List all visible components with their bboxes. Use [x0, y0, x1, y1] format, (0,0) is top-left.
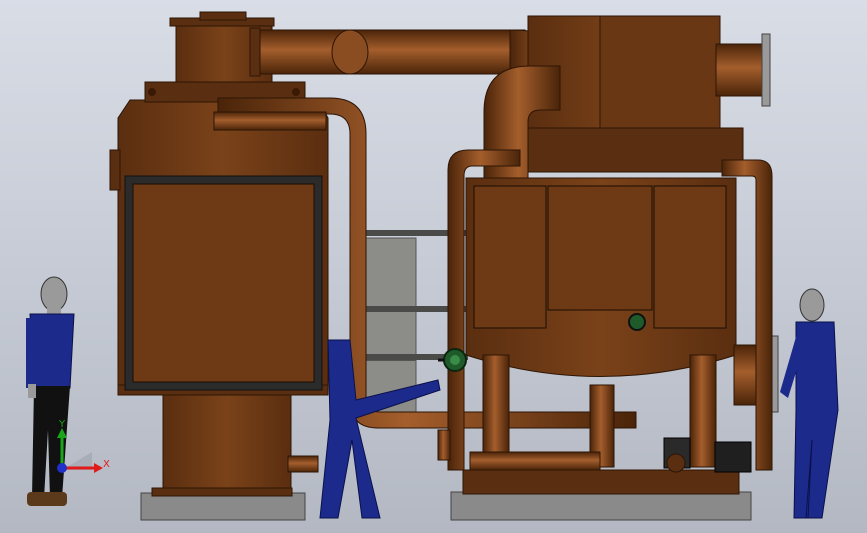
globe-valve[interactable]: [438, 348, 467, 372]
axis-x-label: X: [103, 459, 110, 470]
cad-viewport[interactable]: Y X: [0, 0, 867, 533]
equipment-model-scene[interactable]: Y X: [0, 0, 867, 533]
human-figure-right: [780, 288, 839, 519]
axis-y-label: Y: [58, 419, 66, 430]
left-vessel-pedestal: [162, 391, 292, 495]
right-foundation-slab: [450, 491, 752, 521]
left-vessel-panel: [132, 183, 315, 383]
sight-glass-right[interactable]: [628, 313, 646, 331]
left-foundation-slab: [140, 492, 306, 521]
left-vessel-unit[interactable]: [109, 11, 329, 497]
human-figure-left: [26, 276, 75, 506]
right-outlet-nozzle: [715, 43, 765, 97]
